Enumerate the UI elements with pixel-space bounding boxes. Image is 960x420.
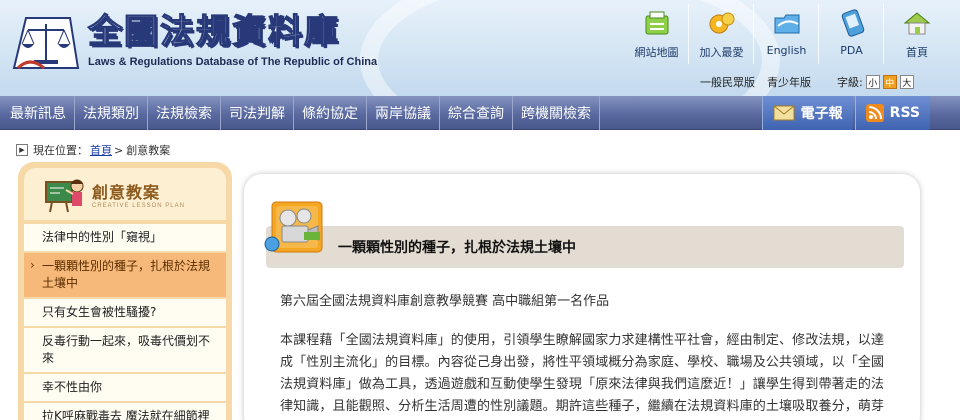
english-icon (769, 6, 805, 40)
lesson-plan-list: 法律中的性別「窺視」 一顆顆性別的種子，扎根於法規土壤中 只有女生會被性騷擾? … (24, 224, 226, 420)
teacher-icon (44, 174, 86, 214)
movie-icon (264, 198, 326, 260)
version-links: 一般民眾版 青少年版 (700, 74, 823, 90)
nav-judicial-interpretations[interactable]: 司法判解 (221, 96, 294, 130)
lesson-description: 本課程藉「全國法規資料庫」的使用，引領學生瞭解國家力求建構性平社會，經由制定、修… (280, 333, 884, 414)
nav-general-query[interactable]: 綜合查詢 (440, 96, 513, 130)
home-icon (899, 6, 935, 40)
top-utility-links: 網站地圖 加入最愛 English PDA 首頁 (624, 4, 949, 64)
nav-law-search[interactable]: 法規檢索 (148, 96, 221, 130)
font-size-large-button[interactable]: 大 (899, 75, 914, 89)
envelope-icon (773, 105, 795, 121)
pda-label: PDA (840, 44, 863, 57)
sidebar-item-harassment[interactable]: 只有女生會被性騷擾? (24, 299, 226, 326)
favorites-link[interactable]: 加入最愛 (690, 4, 754, 64)
nav-treaties[interactable]: 條約協定 (294, 96, 367, 130)
sidebar-header: 創意教案 CREATIVE LESSON PLAN (24, 168, 226, 220)
english-label: English (766, 44, 807, 57)
epaper-button[interactable]: 電子報 (761, 96, 853, 130)
lesson-plan-sidebar: 創意教案 CREATIVE LESSON PLAN 法律中的性別「窺視」 一顆顆… (18, 162, 232, 420)
lesson-title-bar: 一顆顆性別的種子，扎根於法規土壤中 (266, 226, 904, 268)
breadcrumb-home-link[interactable]: 首頁 (90, 142, 112, 158)
breadcrumb-separator: > (114, 143, 124, 157)
breadcrumb-current: 創意教案 (126, 144, 171, 157)
site-logo[interactable]: 全國法規資料庫 Laws & Regulations Database of T… (10, 10, 377, 72)
scales-logo-icon (10, 10, 82, 72)
lesson-subtitle: 第六屆全國法規資料庫創意教學競賽 高中職組第一名作品 (280, 294, 610, 309)
favorites-icon (704, 6, 740, 40)
main-nav: 最新訊息 法規類別 法規檢索 司法判解 條約協定 兩岸協議 綜合查詢 跨機關檢索… (0, 96, 960, 130)
english-link[interactable]: English (755, 4, 819, 64)
nav-law-categories[interactable]: 法規類別 (75, 96, 148, 130)
font-size-label: 字級: (837, 76, 863, 89)
sidebar-item-gender-peek[interactable]: 法律中的性別「窺視」 (24, 224, 226, 251)
breadcrumb-prefix: 現在位置： (33, 144, 88, 157)
rss-button[interactable]: RSS (854, 96, 930, 130)
nav-cross-agency-search[interactable]: 跨機關檢索 (513, 96, 600, 130)
site-header: 全國法規資料庫 Laws & Regulations Database of T… (0, 0, 960, 96)
sidebar-subtitle: CREATIVE LESSON PLAN (92, 203, 185, 209)
pda-link[interactable]: PDA (820, 4, 884, 64)
sidebar-item-happiness[interactable]: 幸不性由你 (24, 374, 226, 401)
rss-icon (865, 104, 884, 122)
logo-title: 全國法規資料庫 (87, 11, 340, 52)
font-size-medium-button[interactable]: 中 (882, 75, 897, 89)
favorites-label: 加入最愛 (699, 46, 744, 59)
lesson-title: 一顆顆性別的種子，扎根於法規土壤中 (338, 240, 576, 256)
font-size-small-button[interactable]: 小 (865, 75, 880, 89)
nav-cross-strait-agreements[interactable]: 兩岸協議 (367, 96, 440, 130)
font-size-control: 字級: 小 中 大 (837, 74, 914, 90)
logo-subtitle: Laws & Regulations Database of The Repub… (88, 56, 378, 68)
nav-latest-news[interactable]: 最新訊息 (0, 96, 75, 130)
home-label: 首頁 (906, 46, 928, 59)
play-arrow-icon: ▶ (16, 144, 28, 156)
sitemap-link[interactable]: 網站地圖 (625, 4, 689, 64)
epaper-label: 電子報 (800, 106, 843, 122)
sitemap-label: 網站地圖 (634, 46, 679, 59)
youth-version-link[interactable]: 青少年版 (767, 74, 811, 90)
sitemap-icon (639, 6, 675, 40)
sidebar-item-ketamine-cannabis[interactable]: 拉K呼麻戰毒去 魔法就在細節裡 (24, 403, 226, 420)
pda-icon (834, 6, 870, 40)
home-link[interactable]: 首頁 (885, 4, 949, 64)
sidebar-item-gender-seeds[interactable]: 一顆顆性別的種子，扎根於法規土壤中 (24, 253, 226, 297)
rss-label: RSS (889, 105, 920, 121)
breadcrumb: ▶ 現在位置： 首頁 > 創意教案 (16, 142, 170, 158)
general-version-link[interactable]: 一般民眾版 (700, 74, 755, 90)
sidebar-item-anti-drug[interactable]: 反毒行動一起來，吸毒代價划不來 (24, 328, 226, 372)
sidebar-title: 創意教案 (92, 183, 161, 202)
